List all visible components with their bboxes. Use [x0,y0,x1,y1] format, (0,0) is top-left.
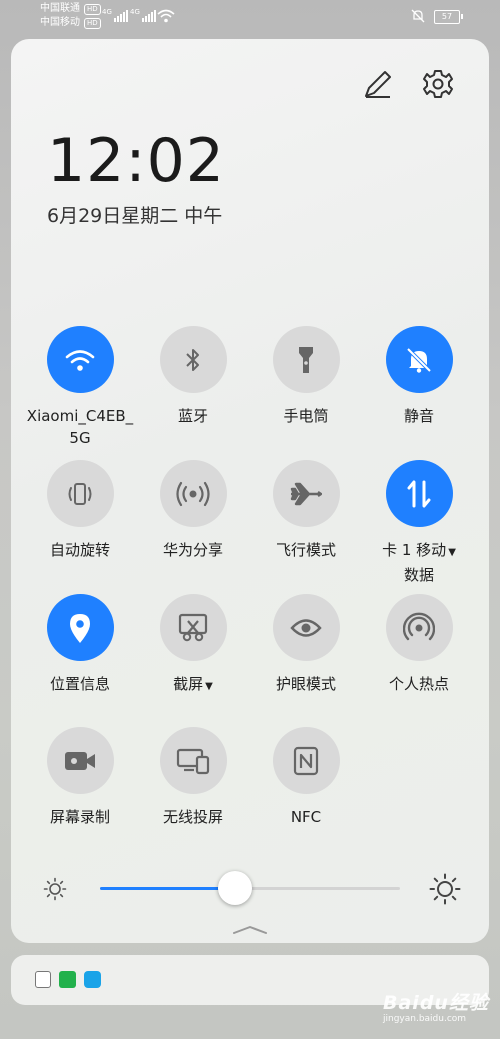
tile-huawei-share[interactable]: 华为分享 [137,460,249,561]
tile-label: 护眼模式 [275,675,336,693]
dropdown-caret-icon[interactable]: ▼ [205,681,213,692]
tile-nfc[interactable]: NFC [250,727,362,828]
screenshot-icon [178,613,208,641]
tile-wireless-projection-button[interactable] [159,727,227,794]
tile-label: 蓝牙 [177,407,208,425]
battery-level: 57 [441,12,453,21]
tile-flashlight-button[interactable] [272,326,340,393]
tile-label: 卡 1 移动 ▼ 数据 [363,539,475,586]
tile-label: 自动旋转 [49,541,110,559]
tile-hotspot-button[interactable] [385,594,453,661]
watermark-site: jingyan.baidu.com [383,1014,467,1024]
eye-icon [290,618,322,637]
settings-button[interactable] [421,67,455,101]
tile-screen-record-button[interactable] [46,727,114,794]
tile-huawei-share-button[interactable] [159,460,227,527]
battery-icon: 57 [434,10,463,24]
tile-wireless-projection[interactable]: 无线投屏 [137,727,249,828]
brightness-high-icon [429,873,461,905]
network-type-2: 4G [130,8,140,16]
hotspot-icon [403,612,435,640]
screen-record-icon [65,751,95,770]
tile-bluetooth-button[interactable] [159,326,227,393]
tile-label: 飞行模式 [275,541,336,559]
tile-screenshot-button[interactable] [159,594,227,661]
tile-auto-rotate-button[interactable] [46,460,114,527]
brightness-low-icon [43,877,67,901]
tile-flashlight[interactable]: 手电筒 [250,326,362,427]
clock: 12:02 [47,126,225,196]
lightbulb-icon [84,971,101,988]
tile-label: 个人热点 [388,675,449,693]
tile-label: 位置信息 [49,675,110,693]
watermark-brand: Baidu经验 [383,992,489,1014]
edit-button[interactable] [361,67,395,101]
location-icon [70,613,90,643]
tile-eye-comfort-button[interactable] [272,594,340,661]
share-icon [176,481,210,506]
tile-label-text: 截屏 [173,675,204,693]
mute-status-icon [411,9,425,23]
tile-nfc-button[interactable] [272,727,340,794]
mobile-data-icon [407,480,431,507]
tile-label-line2: 数据 [403,566,434,584]
gear-icon [423,70,453,98]
dropdown-caret-icon[interactable]: ▼ [448,547,456,558]
carrier-1-label: 中国联通 [40,3,80,14]
bluetooth-icon [186,348,199,371]
nfc-icon [293,746,319,775]
auto-rotate-icon [68,482,92,505]
tile-label: 屏幕录制 [49,808,110,826]
pencil-icon [365,71,391,98]
quick-settings-panel: 12:02 6月29日星期二 中午 Xiaomi_C4EB_ 5G 蓝牙 手电筒 [11,39,489,943]
network-type-1: 4G [102,8,112,16]
baidu-watermark: Baidu经验 jingyan.baidu.com [383,988,489,1024]
tile-airplane[interactable]: 飞行模式 [250,460,362,561]
tile-screenshot[interactable]: 截屏 ▼ [137,594,249,698]
wifi-status-icon [157,9,175,23]
tile-label: 静音 [403,407,434,425]
tile-location-button[interactable] [46,594,114,661]
tile-silent[interactable]: 静音 [363,326,475,427]
tile-hotspot[interactable]: 个人热点 [363,594,475,695]
tile-label-line1: 卡 1 移动 [382,541,447,559]
tile-label: 手电筒 [283,407,329,425]
brightness-slider[interactable] [100,871,400,905]
wireless-projection-icon [176,748,210,774]
tile-auto-rotate[interactable]: 自动旋转 [24,460,136,561]
file-icon [35,971,51,988]
tile-bluetooth[interactable]: 蓝牙 [137,326,249,427]
iqiyi-icon [59,971,76,988]
tile-mobile-data-button[interactable] [385,460,453,527]
tile-wifi-button[interactable] [46,326,114,393]
signal-icon-1: 4G [102,8,128,22]
collapse-handle-icon[interactable] [233,925,267,935]
brightness-thumb[interactable] [218,871,252,905]
tile-label: 截屏 ▼ [137,673,249,698]
tile-label: 华为分享 [162,541,223,559]
bell-off-icon [406,347,432,373]
flashlight-icon [299,346,313,373]
tile-screen-record[interactable]: 屏幕录制 [24,727,136,828]
tile-label: 无线投屏 [162,808,223,826]
brightness-fill [100,887,235,890]
tile-airplane-button[interactable] [272,460,340,527]
wifi-icon [65,349,95,371]
tile-location[interactable]: 位置信息 [24,594,136,695]
tile-eye-comfort[interactable]: 护眼模式 [250,594,362,695]
tile-wifi[interactable]: Xiaomi_C4EB_ 5G [24,326,136,449]
signal-icon-2: 4G [130,8,156,22]
hd-badge-1: HD [84,3,101,15]
tile-label: NFC [290,808,322,826]
hd-badge-2: HD [84,17,101,29]
tile-mobile-data[interactable]: 卡 1 移动 ▼ 数据 [363,460,475,586]
tile-silent-button[interactable] [385,326,453,393]
tile-label: Xiaomi_C4EB_ 5G [26,407,134,447]
airplane-icon [290,482,322,505]
carrier-2: 中国移动 HD [40,17,101,29]
carrier-2-label: 中国移动 [40,17,80,28]
date: 6月29日星期二 中午 [47,205,223,227]
status-bar: 中国联通 HD 中国移动 HD 4G 4G 57 [0,0,500,34]
carrier-1: 中国联通 HD [40,3,101,15]
